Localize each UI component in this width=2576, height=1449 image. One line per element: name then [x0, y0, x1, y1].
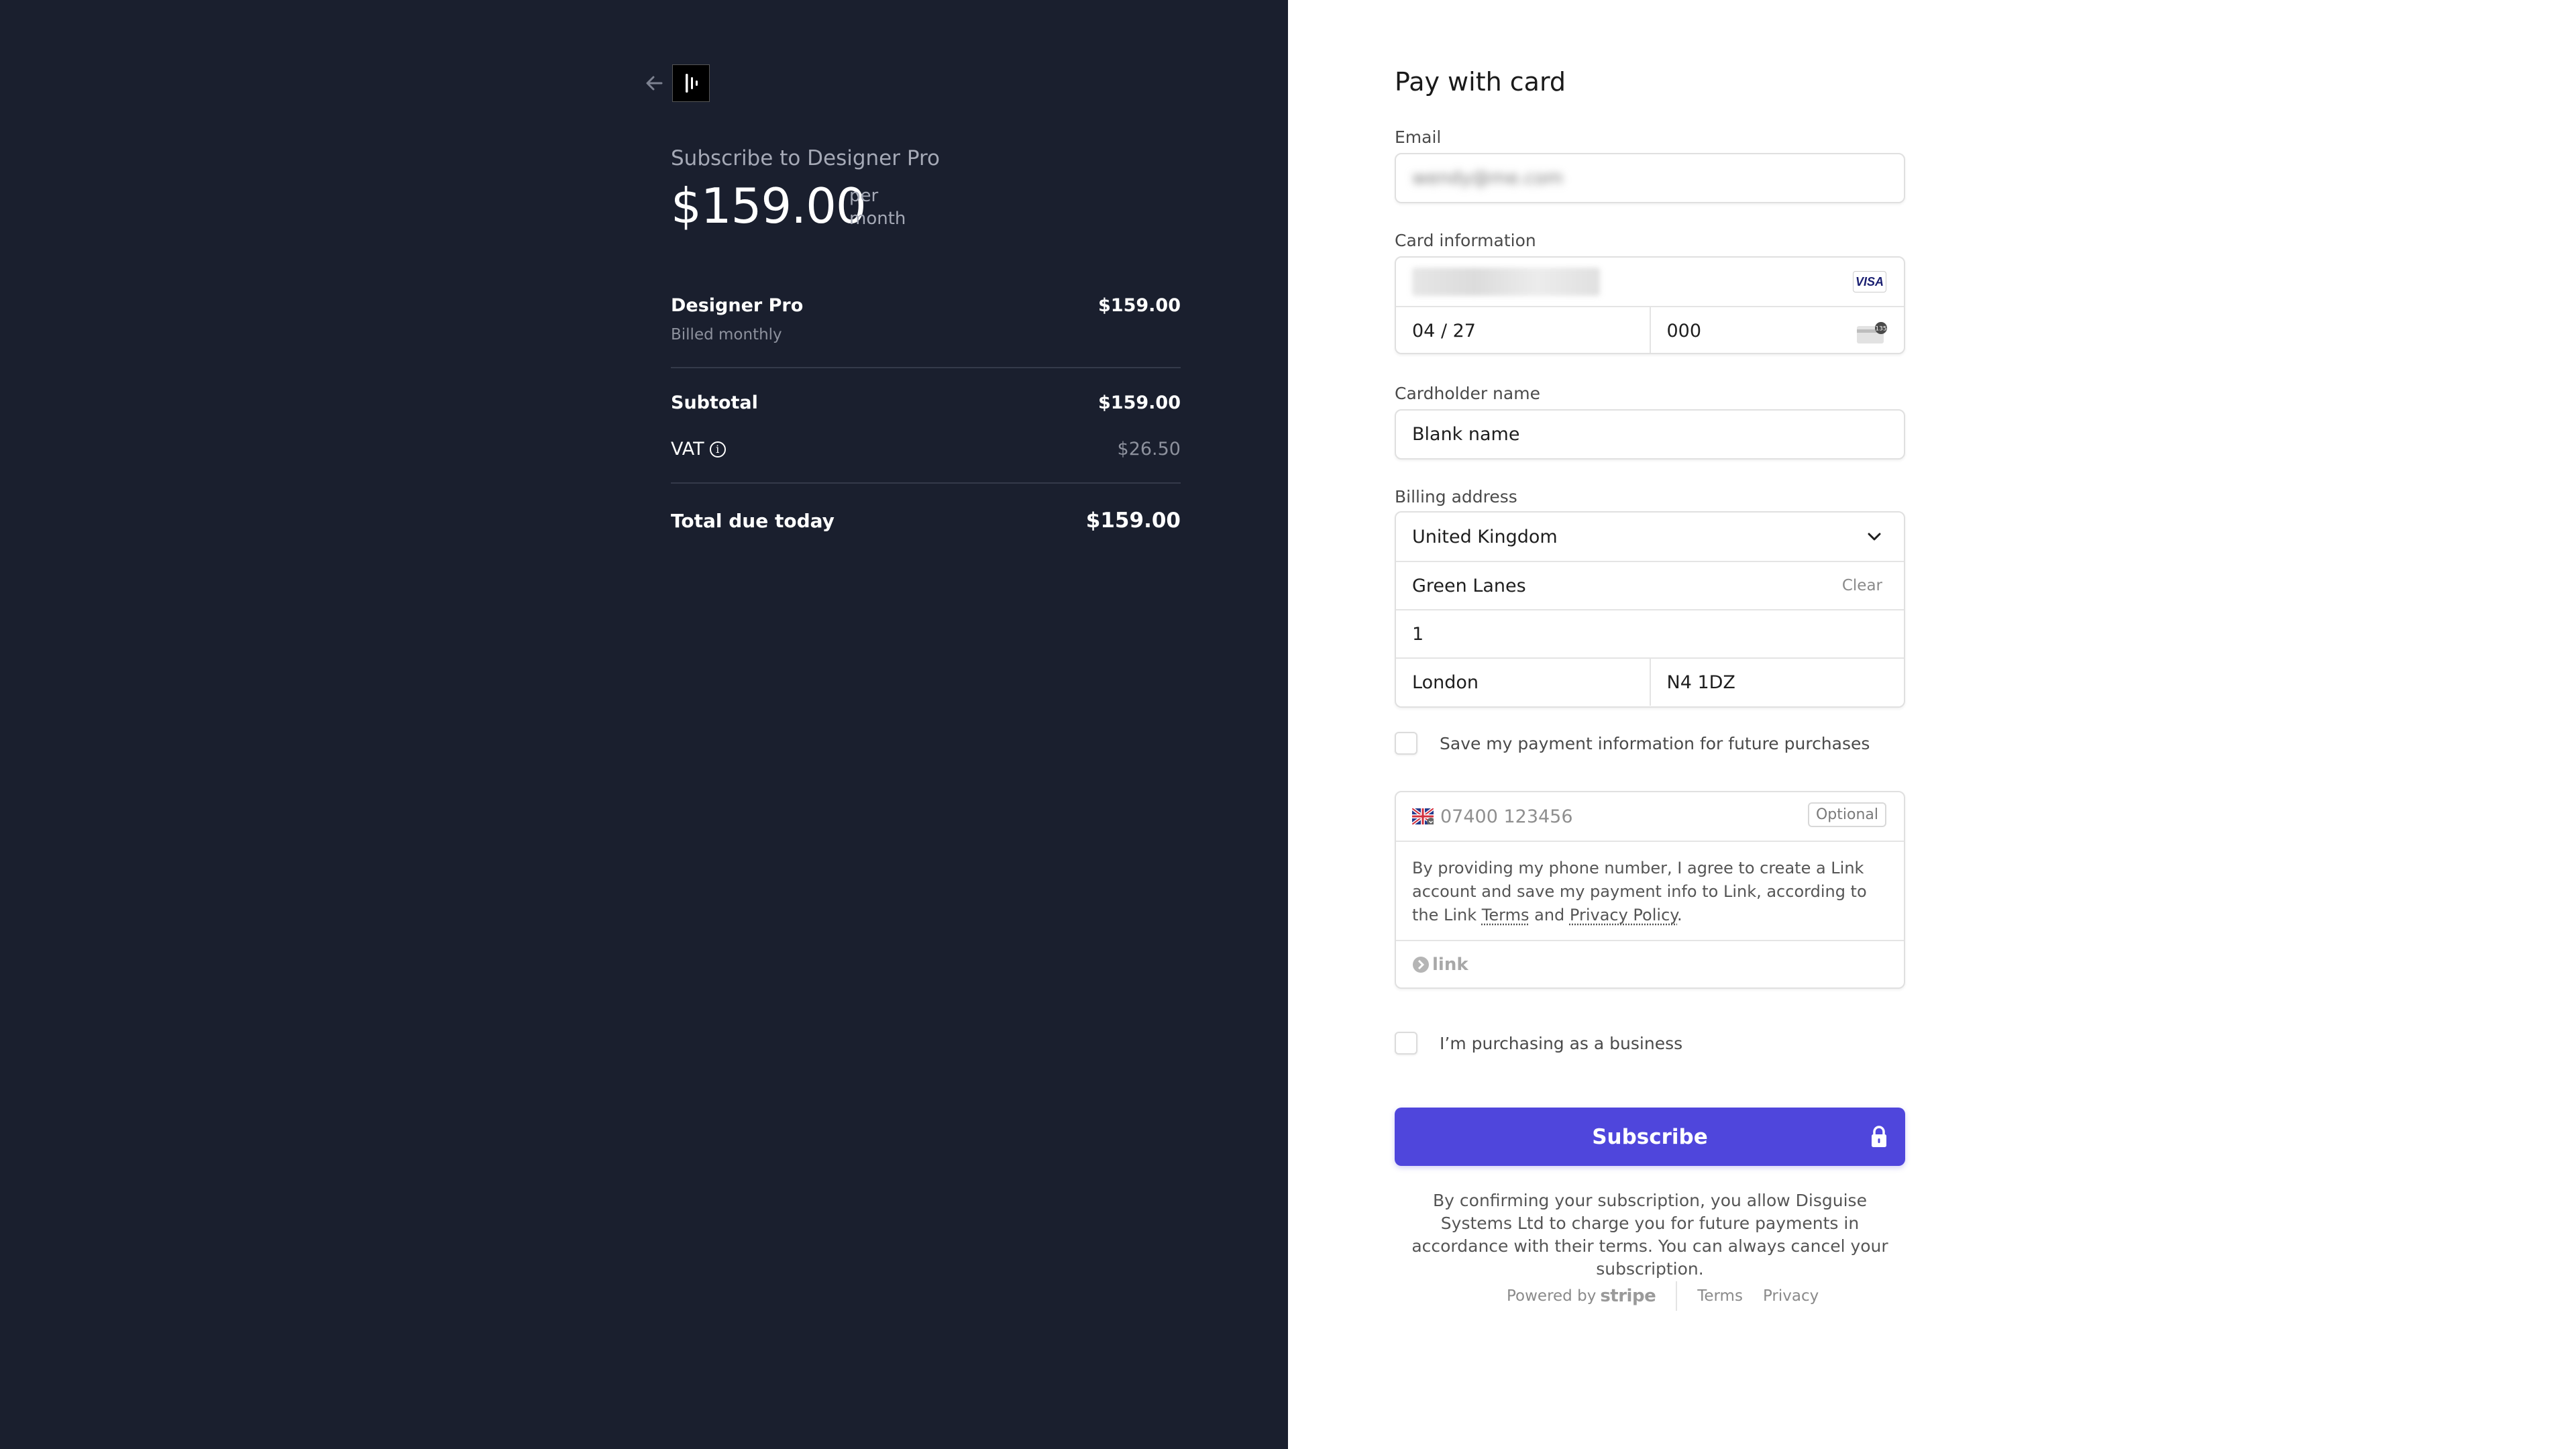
- link-brand-row: link: [1396, 940, 1904, 987]
- cardholder-label: Cardholder name: [1395, 384, 1540, 403]
- consent-and: and: [1529, 906, 1570, 924]
- city-input[interactable]: London: [1396, 659, 1650, 706]
- postcode-input[interactable]: N4 1DZ: [1649, 659, 1904, 706]
- city-value: London: [1412, 672, 1479, 693]
- subtotal-row: Subtotal $159.00: [671, 392, 1181, 413]
- card-expiry-input[interactable]: 04 / 27: [1396, 307, 1650, 353]
- link-logo-icon: [1413, 957, 1429, 973]
- total-label: Total due today: [671, 510, 835, 532]
- line-item-name: Designer Pro: [671, 295, 804, 316]
- country-value: United Kingdom: [1412, 526, 1558, 547]
- email-value: wendy@me.com: [1412, 168, 1564, 189]
- price-period-line2: month: [849, 209, 906, 229]
- postcode-value: N4 1DZ: [1666, 672, 1735, 693]
- cvc-card-icon: 135: [1857, 322, 1887, 343]
- price-period: per month: [849, 184, 906, 230]
- arrow-left-icon: [646, 76, 663, 91]
- card-expiry-value: 04 / 27: [1412, 320, 1476, 341]
- footer-divider: [1676, 1281, 1678, 1311]
- business-label[interactable]: I’m purchasing as a business: [1440, 1034, 1682, 1053]
- subscribe-title: Subscribe to Designer Pro: [671, 146, 941, 170]
- cvc-badge-text: 135: [1875, 326, 1886, 333]
- billing-address-label: Billing address: [1395, 487, 1517, 506]
- vat-row: VAT i $26.50: [671, 439, 1181, 460]
- save-info-checkbox[interactable]: [1395, 732, 1417, 755]
- phone-input[interactable]: 07400 123456 Optional: [1396, 792, 1904, 841]
- order-summary-panel: Subscribe to Designer Pro $159.00 per mo…: [0, 0, 1288, 1449]
- email-label: Email: [1395, 127, 1442, 147]
- price-amount: $159.00: [671, 178, 867, 234]
- phone-placeholder: 07400 123456: [1440, 806, 1573, 827]
- subtotal-label: Subtotal: [671, 392, 758, 413]
- address-line2-value: 1: [1412, 623, 1424, 645]
- lock-icon: [1872, 1126, 1886, 1147]
- line-item-amount: $159.00: [1098, 295, 1181, 316]
- address-line1-input[interactable]: Green Lanes Clear: [1396, 561, 1904, 609]
- total-amount: $159.00: [1085, 508, 1181, 533]
- link-phone-group: 07400 123456 Optional By providing my ph…: [1395, 791, 1905, 989]
- brand-logo-icon: [686, 74, 698, 93]
- card-cvc-value: 000: [1666, 320, 1702, 341]
- info-icon[interactable]: i: [709, 441, 726, 458]
- link-brand-label: link: [1432, 955, 1468, 975]
- footer: Powered by stripe Terms Privacy: [1507, 1281, 1839, 1311]
- billing-address-group: United Kingdom Green Lanes Clear 1 Londo…: [1395, 511, 1905, 708]
- card-info-group: VISA 04 / 27 000 135: [1395, 256, 1905, 354]
- price-period-line1: per: [849, 186, 879, 206]
- brand-logo: [672, 64, 710, 102]
- address-line1-value: Green Lanes: [1412, 575, 1526, 596]
- cardholder-input[interactable]: Blank name: [1396, 411, 1904, 458]
- email-field[interactable]: wendy@me.com: [1395, 153, 1905, 203]
- total-row: Total due today $159.00: [671, 508, 1181, 533]
- uk-flag-icon[interactable]: [1412, 808, 1434, 824]
- card-number-value-blurred: [1412, 268, 1600, 296]
- powered-by-text: Powered by: [1507, 1287, 1597, 1305]
- consent-period: .: [1677, 906, 1682, 924]
- back-button[interactable]: [641, 70, 668, 97]
- city-postcode-row: London N4 1DZ: [1396, 657, 1904, 706]
- vat-label: VAT: [671, 439, 704, 460]
- form-title: Pay with card: [1395, 67, 1566, 97]
- visa-icon: VISA: [1853, 271, 1886, 292]
- summary-divider: [671, 482, 1181, 484]
- card-expiry-cvc-row: 04 / 27 000 135: [1396, 306, 1904, 353]
- subscribe-button[interactable]: Subscribe: [1395, 1108, 1905, 1166]
- country-select[interactable]: United Kingdom: [1396, 513, 1904, 561]
- card-number-input[interactable]: VISA: [1396, 258, 1904, 306]
- link-consent-text: By providing my phone number, I agree to…: [1396, 841, 1904, 940]
- chevron-down-icon: [1868, 533, 1881, 541]
- stripe-logo[interactable]: stripe: [1600, 1286, 1656, 1306]
- link-privacy-link[interactable]: Privacy Policy: [1570, 906, 1677, 924]
- vat-label-group: VAT i: [671, 439, 726, 460]
- optional-badge: Optional: [1807, 802, 1886, 827]
- cardholder-value: Blank name: [1412, 424, 1520, 445]
- subtotal-amount: $159.00: [1098, 392, 1181, 413]
- footer-terms-link[interactable]: Terms: [1697, 1287, 1743, 1305]
- address-line2-input[interactable]: 1: [1396, 609, 1904, 657]
- email-input[interactable]: wendy@me.com: [1396, 154, 1904, 202]
- cardholder-field[interactable]: Blank name: [1395, 409, 1905, 460]
- footer-privacy-link[interactable]: Privacy: [1763, 1287, 1819, 1305]
- card-info-label: Card information: [1395, 231, 1536, 250]
- line-item-billing: Billed monthly: [671, 326, 782, 343]
- business-checkbox[interactable]: [1395, 1032, 1417, 1055]
- summary-divider: [671, 367, 1181, 368]
- clear-address-button[interactable]: Clear: [1842, 577, 1882, 594]
- save-info-label[interactable]: Save my payment information for future p…: [1440, 734, 1870, 753]
- subscription-legal-text: By confirming your subscription, you all…: [1411, 1191, 1888, 1279]
- card-cvc-input[interactable]: 000 135: [1649, 307, 1904, 353]
- link-terms-link[interactable]: Terms: [1482, 906, 1529, 924]
- vat-amount: $26.50: [1117, 439, 1181, 460]
- subscribe-button-label: Subscribe: [1592, 1125, 1708, 1149]
- line-item-row: Designer Pro $159.00: [671, 295, 1181, 316]
